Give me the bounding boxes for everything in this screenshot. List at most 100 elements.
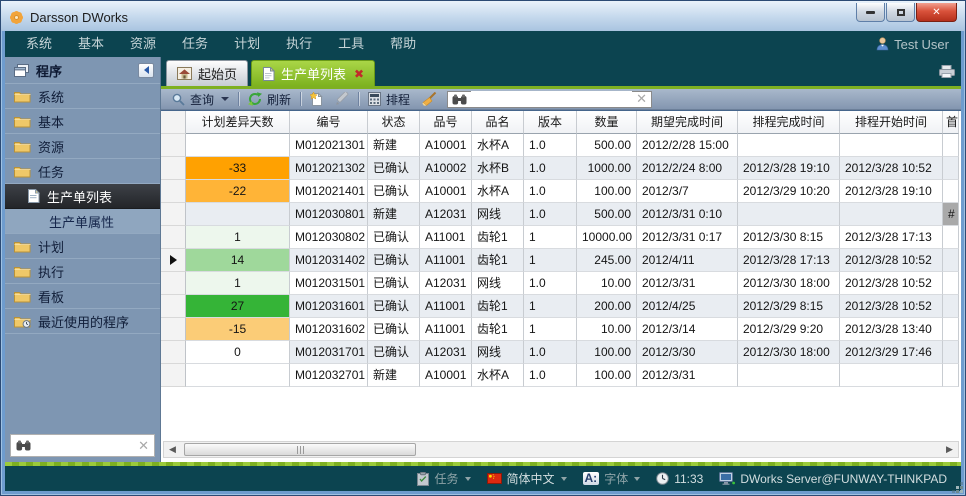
table-row[interactable]: -15M012031602已确认A11001齿轮1110.002012/3/14… xyxy=(161,318,961,341)
column-header-diff[interactable]: 计划差异天数 xyxy=(186,111,290,134)
cell-item_no: A11001 xyxy=(420,295,472,318)
restore-button[interactable] xyxy=(886,3,915,22)
column-header-sched_start[interactable]: 排程开始时间 xyxy=(840,111,943,134)
menu-item-7[interactable]: 帮助 xyxy=(377,31,429,57)
status-item-0[interactable]: 任务 xyxy=(417,470,470,487)
column-header-sched_end[interactable]: 排程完成时间 xyxy=(738,111,840,134)
table-row[interactable]: M012021301新建A10001水杯A1.0500.002012/2/28 … xyxy=(161,134,961,157)
user-chip[interactable]: Test User xyxy=(876,37,953,52)
cell-status: 已确认 xyxy=(368,341,420,364)
row-selector[interactable] xyxy=(161,180,186,203)
sidebar-item-8[interactable]: 看板 xyxy=(5,284,160,309)
sidebar-item-0[interactable]: 系统 xyxy=(5,84,160,109)
schedule-button[interactable]: 排程 xyxy=(362,90,416,109)
new-button[interactable] xyxy=(304,90,329,109)
sidebar-item-1[interactable]: 基本 xyxy=(5,109,160,134)
query-button[interactable]: 查询 xyxy=(166,90,235,109)
menu-item-3[interactable]: 任务 xyxy=(169,31,221,57)
cell-sched_start: 2012/3/28 10:52 xyxy=(840,157,943,180)
sidebar-header-programs[interactable]: 程序 xyxy=(5,57,160,84)
table-row[interactable]: 27M012031601已确认A11001齿轮11200.002012/4/25… xyxy=(161,295,961,318)
row-selector[interactable] xyxy=(161,226,186,249)
sidebar-search-input[interactable] xyxy=(36,438,133,454)
status-item-2[interactable]: A:字体 xyxy=(583,470,641,487)
sidebar-item-9[interactable]: 最近使用的程序 xyxy=(5,309,160,334)
table-row[interactable]: 14M012031402已确认A11001齿轮11245.002012/4/11… xyxy=(161,249,961,272)
edit-button[interactable] xyxy=(329,90,355,109)
cell-extra xyxy=(943,341,959,364)
table-row[interactable]: M012030801新建A12031网线1.0500.002012/3/31 0… xyxy=(161,203,961,226)
cell-extra xyxy=(943,318,959,341)
cell-version: 1 xyxy=(524,318,577,341)
cell-no: M012030801 xyxy=(290,203,368,226)
row-selector[interactable] xyxy=(161,203,186,226)
menu-item-2[interactable]: 资源 xyxy=(117,31,169,57)
table-row[interactable]: M012032701新建A10001水杯A1.0100.002012/3/31 xyxy=(161,364,961,387)
row-selector[interactable] xyxy=(161,318,186,341)
menu-item-0[interactable]: 系统 xyxy=(13,31,65,57)
sidebar-item-7[interactable]: 执行 xyxy=(5,259,160,284)
column-header-status[interactable]: 状态 xyxy=(368,111,420,134)
menu-item-6[interactable]: 工具 xyxy=(325,31,377,57)
column-header-no[interactable]: 编号 xyxy=(290,111,368,134)
scroll-right-icon[interactable]: ▶ xyxy=(941,442,958,457)
row-selector[interactable] xyxy=(161,272,186,295)
row-selector[interactable] xyxy=(161,134,186,157)
table-row[interactable]: 0M012031701已确认A12031网线1.0100.002012/3/30… xyxy=(161,341,961,364)
cell-diff: -15 xyxy=(186,318,290,341)
close-button[interactable]: ✕ xyxy=(916,3,957,22)
resize-grip[interactable] xyxy=(960,490,963,493)
tab-start-page[interactable]: 起始页 xyxy=(166,60,248,86)
column-header-item_no[interactable]: 品号 xyxy=(420,111,472,134)
sidebar-item-5[interactable]: 生产单属性 xyxy=(5,209,160,234)
scroll-left-icon[interactable]: ◀ xyxy=(164,442,181,457)
sidebar-search-clear-icon[interactable]: ✕ xyxy=(138,438,149,454)
tab-close-icon[interactable]: ✖ xyxy=(354,67,364,81)
row-selector[interactable] xyxy=(161,157,186,180)
cell-extra xyxy=(943,295,959,318)
horizontal-scrollbar[interactable]: ◀ ▶ xyxy=(163,441,959,458)
sidebar-collapse-button[interactable] xyxy=(138,63,154,78)
sidebar-item-4[interactable]: 生产单列表 xyxy=(5,184,160,209)
table-row[interactable]: -22M012021401已确认A10001水杯A1.0100.002012/3… xyxy=(161,180,961,203)
cell-item_no: A10001 xyxy=(420,134,472,157)
binoculars-icon xyxy=(452,94,467,105)
toolbar-search-input[interactable] xyxy=(471,91,632,107)
row-selector[interactable] xyxy=(161,341,186,364)
cell-status: 已确认 xyxy=(368,249,420,272)
table-row[interactable]: 1M012030802已确认A11001齿轮1110000.002012/3/3… xyxy=(161,226,961,249)
sidebar-item-6[interactable]: 计划 xyxy=(5,234,160,259)
scrollbar-thumb[interactable] xyxy=(184,443,416,456)
current-row-marker[interactable] xyxy=(161,249,186,272)
server-icon xyxy=(719,472,735,485)
minimize-button[interactable] xyxy=(856,3,885,22)
title-bar: Darsson DWorks ✕ xyxy=(1,1,965,31)
clean-button[interactable] xyxy=(416,90,443,109)
column-header-extra[interactable]: 首 xyxy=(943,111,959,134)
printer-icon[interactable] xyxy=(939,65,955,78)
cell-extra xyxy=(943,157,959,180)
sidebar-item-label: 任务 xyxy=(38,162,64,181)
sidebar-item-3[interactable]: 任务 xyxy=(5,159,160,184)
menu-item-4[interactable]: 计划 xyxy=(221,31,273,57)
sidebar-item-2[interactable]: 资源 xyxy=(5,134,160,159)
column-header-qty[interactable]: 数量 xyxy=(577,111,637,134)
tab-production-order-list[interactable]: 生产单列表 ✖ xyxy=(251,60,375,86)
table-row[interactable]: 1M012031501已确认A12031网线1.010.002012/3/312… xyxy=(161,272,961,295)
cell-extra xyxy=(943,364,959,387)
toolbar-search-clear-icon[interactable]: ✕ xyxy=(636,91,647,107)
folder-icon xyxy=(14,115,31,128)
row-selector[interactable] xyxy=(161,364,186,387)
cell-due: 2012/2/28 15:00 xyxy=(637,134,738,157)
cell-item_no: A11001 xyxy=(420,226,472,249)
row-selector[interactable] xyxy=(161,295,186,318)
refresh-button[interactable]: 刷新 xyxy=(242,90,297,109)
column-header-item_name[interactable]: 品名 xyxy=(472,111,524,134)
menu-item-5[interactable]: 执行 xyxy=(273,31,325,57)
menu-item-1[interactable]: 基本 xyxy=(65,31,117,57)
cell-sched_end xyxy=(738,134,840,157)
column-header-due[interactable]: 期望完成时间 xyxy=(637,111,738,134)
column-header-version[interactable]: 版本 xyxy=(524,111,577,134)
table-row[interactable]: -33M012021302已确认A10002水杯B1.01000.002012/… xyxy=(161,157,961,180)
status-item-1[interactable]: 简体中文 xyxy=(487,470,567,487)
